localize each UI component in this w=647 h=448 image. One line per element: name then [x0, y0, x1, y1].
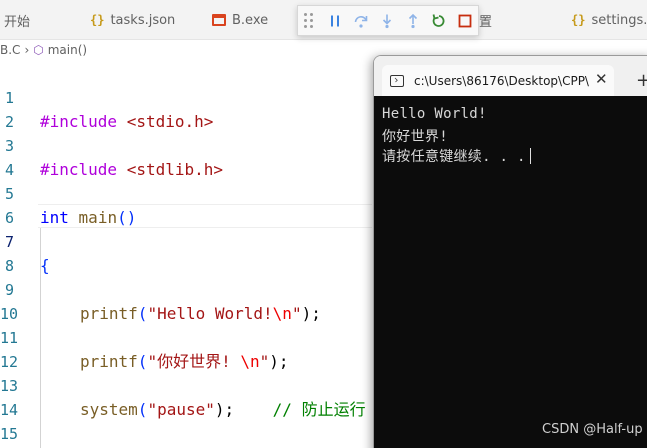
- terminal-line: Hello World!: [382, 106, 487, 122]
- code-line: 8: [0, 230, 372, 275]
- exe-file-icon: [212, 14, 226, 26]
- tab-label: tasks.json: [110, 12, 176, 28]
- code-line: 1 #include <stdio.h>: [0, 62, 372, 131]
- step-into-icon: [382, 14, 392, 28]
- terminal-line: 请按任意键继续. . .: [382, 146, 531, 166]
- code-line: 2: [0, 86, 372, 131]
- terminal-prompt-text: 请按任意键继续. . .: [382, 149, 526, 165]
- code-line: 7 {: [0, 206, 372, 275]
- drag-handle-icon[interactable]: [304, 13, 316, 29]
- terminal-icon: [390, 74, 404, 87]
- code-line: 14: [0, 374, 372, 419]
- breadcrumb-file[interactable]: B.C: [0, 43, 20, 57]
- code-line: 13 system("pause"); // 防止运行: [0, 350, 372, 419]
- new-tab-button[interactable]: +: [636, 70, 647, 91]
- step-into-button[interactable]: [374, 8, 400, 34]
- method-cube-icon: ⬡: [33, 43, 44, 57]
- step-over-button[interactable]: [348, 8, 374, 34]
- text-cursor: [529, 148, 531, 164]
- watermark: CSDN @Half-up: [542, 422, 643, 437]
- pause-icon: [331, 15, 339, 26]
- code-line: 9 printf("Hello World!\n");: [0, 254, 372, 323]
- code-line: 16: [0, 422, 372, 446]
- restart-button[interactable]: [426, 8, 452, 34]
- terminal-tab-title: c:\Users\86176\Desktop\CPP\: [414, 73, 589, 88]
- code-editor[interactable]: 1 #include <stdio.h> 2 3 #include <stdli…: [0, 60, 372, 448]
- code-line: 3 #include <stdlib.h>: [0, 110, 372, 179]
- stop-icon: [458, 14, 472, 27]
- code-line: 15 return 0;: [0, 398, 372, 443]
- terminal-tab[interactable]: c:\Users\86176\Desktop\CPP\ ✕: [382, 65, 614, 96]
- tab-label: settings.js: [591, 12, 647, 28]
- terminal-output[interactable]: Hello World! 你好世界! 请按任意键继续. . .: [374, 96, 647, 448]
- step-out-button[interactable]: [400, 8, 426, 34]
- terminal-title-bar: c:\Users\86176\Desktop\CPP\ ✕ +: [374, 56, 647, 96]
- code-line: 5 int main(): [0, 158, 372, 227]
- step-out-icon: [408, 13, 418, 28]
- json-braces-icon: {}: [571, 13, 586, 27]
- close-icon[interactable]: ✕: [595, 70, 608, 88]
- tab-label: B.exe: [232, 12, 269, 28]
- tab-tasks-json[interactable]: {} tasks.json: [82, 0, 183, 40]
- tab-settings-json[interactable]: {} settings.js: [563, 0, 647, 40]
- pause-button[interactable]: [322, 8, 348, 34]
- code-line: 12: [0, 326, 372, 371]
- code-line: 6: [0, 182, 372, 227]
- breadcrumb-symbol[interactable]: main(): [48, 43, 87, 57]
- debug-toolbar: [297, 5, 479, 36]
- json-braces-icon: {}: [90, 13, 105, 27]
- code-line: 10: [0, 278, 372, 323]
- tab-start[interactable]: 开始: [0, 0, 38, 40]
- breadcrumb: B.C › ⬡ main(): [0, 40, 372, 60]
- terminal-line: 你好世界!: [382, 129, 448, 145]
- tab-b-exe[interactable]: B.exe: [204, 0, 276, 40]
- chevron-right-icon: ›: [24, 43, 30, 57]
- step-over-icon: [354, 15, 368, 28]
- tab-label: 开始: [4, 14, 31, 30]
- stop-button[interactable]: [452, 8, 478, 34]
- code-line: 4: [0, 134, 372, 179]
- code-line: 11 printf("你好世界! \n");: [0, 302, 372, 371]
- restart-icon: [432, 13, 445, 27]
- terminal-window[interactable]: c:\Users\86176\Desktop\CPP\ ✕ + Hello Wo…: [373, 55, 647, 448]
